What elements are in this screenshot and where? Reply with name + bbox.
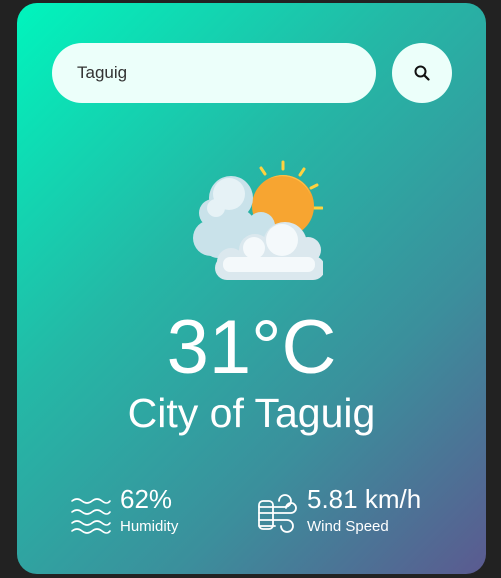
city-name: City of Taguig (127, 390, 376, 436)
humidity-label: Humidity (120, 518, 179, 535)
weather-card: 31°C City of Taguig 62% Humidity (17, 3, 486, 574)
wind-label: Wind Speed (307, 518, 389, 535)
humidity-detail: 62% Humidity (70, 486, 178, 535)
wind-value: 5.81 km/h (307, 484, 422, 514)
search-input[interactable] (52, 43, 376, 103)
wind-icon (258, 494, 297, 533)
wind-detail: 5.81 km/h Wind Speed (257, 486, 421, 535)
search-button[interactable] (392, 43, 452, 103)
search-box (52, 43, 376, 103)
humidity-waves-icon (71, 498, 111, 534)
temperature: 31°C (166, 305, 337, 390)
humidity-text: 62% Humidity (120, 486, 178, 534)
humidity-value: 62% (120, 484, 173, 514)
partly-cloudy-sun-icon (193, 160, 323, 280)
search-icon (414, 65, 430, 81)
wind-text: 5.81 km/h Wind Speed (307, 486, 421, 534)
